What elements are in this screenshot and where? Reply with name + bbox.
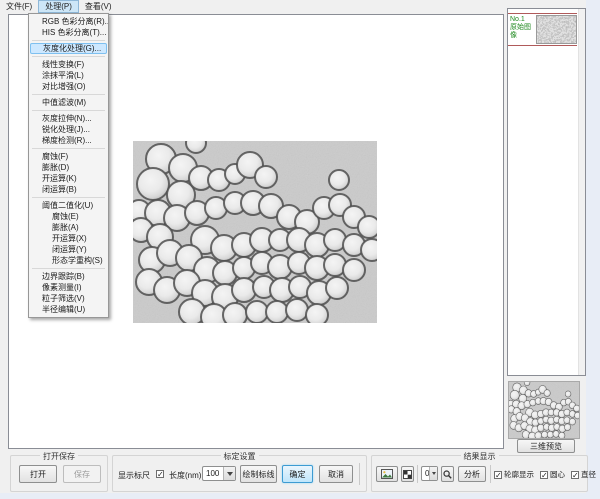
cancel-button[interactable]: 取消 [319, 465, 353, 483]
ok-button[interactable]: 确定 [282, 465, 313, 483]
menu-item[interactable]: HIS 色彩分离(T)... [29, 27, 108, 38]
menu-separator [32, 110, 105, 111]
menu-item[interactable]: 灰度拉伸(N)... [29, 113, 108, 124]
menu-item[interactable]: 像素测量(I) [29, 282, 108, 293]
menu-separator [32, 40, 105, 41]
level-value: 0 [422, 469, 429, 478]
calibration-group-title: 标定设置 [221, 451, 259, 462]
noise-thumbnail [536, 15, 577, 44]
preview-3d-button[interactable]: 三维预览 [517, 439, 575, 453]
checkbox-label: 直径 [581, 469, 596, 480]
dropdown-arrow-icon[interactable] [223, 467, 235, 480]
magnifier-icon [443, 470, 452, 479]
menu-item[interactable]: 形态学重构(S) [29, 255, 108, 266]
menu-bar: 文件(F) 处理(P) 查看(V) [0, 0, 586, 13]
menu-item[interactable]: 边界跟踪(B) [29, 271, 108, 282]
checkbox-box[interactable]: ✓ [494, 471, 502, 479]
menu-item[interactable]: 锐化处理(J)... [29, 124, 108, 135]
menu-item[interactable]: 梯度检测(R)... [29, 135, 108, 146]
menu-item[interactable]: 开运算(X) [29, 233, 108, 244]
menu-item[interactable]: 中值滤波(M) [29, 97, 108, 108]
menu-item[interactable]: 腐蚀(F) [29, 151, 108, 162]
picture-tool-button[interactable] [376, 466, 398, 482]
separator [417, 465, 418, 483]
image-list: No.1 原始图像 [507, 8, 586, 376]
dropdown-arrow-icon[interactable] [429, 467, 437, 480]
menu-item[interactable]: 灰度化处理(G)... [30, 43, 107, 54]
tem-image[interactable] [133, 141, 377, 323]
binary-grid-icon [403, 470, 412, 479]
menu-separator [32, 148, 105, 149]
menu-item[interactable]: 膨胀(D) [29, 162, 108, 173]
result-group-title: 结果显示 [461, 451, 499, 462]
binary-tool-button[interactable] [401, 466, 414, 482]
menu-view[interactable]: 查看(V) [79, 0, 118, 13]
display-option-checkbox[interactable]: ✓轮廓显示 [494, 469, 534, 480]
menu-item[interactable]: 闭运算(Y) [29, 244, 108, 255]
calibration-group: 标定设置 显示标尺 ✓ 长度(nm): 100 绘制标线 确定 取消 [112, 455, 367, 492]
length-combobox[interactable]: 100 [202, 466, 236, 481]
separator [490, 465, 491, 483]
checkbox-label: 圆心 [550, 469, 565, 480]
menu-item[interactable]: 对比增强(O) [29, 81, 108, 92]
draw-scale-button[interactable]: 绘制标线 [240, 465, 277, 483]
menu-item[interactable]: 半径编辑(U) [29, 304, 108, 315]
list-item-label: No.1 原始图像 [508, 14, 536, 40]
file-group-title: 打开保存 [40, 451, 78, 462]
separator [359, 463, 360, 485]
menu-item[interactable]: 阈值二值化(U) [29, 200, 108, 211]
checkbox-box[interactable]: ✓ [571, 471, 579, 479]
menu-separator [32, 197, 105, 198]
display-option-checkbox[interactable]: ✓直径 [571, 469, 596, 480]
menu-item[interactable]: 腐蚀(E) [29, 211, 108, 222]
picture-icon [381, 469, 393, 479]
processing-menu: RGB 色彩分离(R)...HIS 色彩分离(T)... 灰度化处理(G)... 线… [28, 13, 109, 318]
analyze-button[interactable]: 分析 [458, 466, 486, 482]
display-options: ✓轮廓显示✓圆心✓直径编号 [494, 469, 600, 480]
file-group: 打开保存 打开 保存 [10, 455, 108, 492]
menu-item[interactable]: 开运算(K) [29, 173, 108, 184]
menu-separator [32, 268, 105, 269]
list-scrollbar[interactable] [578, 9, 585, 375]
menu-item[interactable]: 涂抹平滑(L) [29, 70, 108, 81]
list-item-original-image[interactable]: No.1 原始图像 [508, 13, 577, 46]
menu-item[interactable]: RGB 色彩分离(R)... [29, 16, 108, 27]
length-value: 100 [203, 469, 223, 478]
menu-item[interactable]: 粒子筛选(V) [29, 293, 108, 304]
display-option-checkbox[interactable]: ✓圆心 [540, 469, 565, 480]
app-window: 文件(F) 处理(P) 查看(V) [0, 0, 586, 493]
menu-item[interactable]: 线性变换(F) [29, 59, 108, 70]
show-scale-checkbox[interactable]: ✓ [156, 470, 164, 478]
result-preview-thumbnail [508, 381, 580, 439]
menu-item[interactable]: 闭运算(B) [29, 184, 108, 195]
show-scale-label: 显示标尺 [118, 470, 150, 481]
length-label: 长度(nm): [169, 470, 204, 481]
checkbox-box[interactable]: ✓ [540, 471, 548, 479]
menu-item[interactable]: 膨胀(A) [29, 222, 108, 233]
menu-separator [32, 56, 105, 57]
checkbox-label: 轮廓显示 [504, 469, 534, 480]
menu-file[interactable]: 文件(F) [0, 0, 38, 13]
level-spinner[interactable]: 0 [421, 466, 438, 481]
magnifier-tool-button[interactable] [441, 466, 454, 482]
result-group: 结果显示 0 分析 ✓轮廓显 [371, 455, 588, 492]
menu-processing[interactable]: 处理(P) [38, 0, 79, 13]
save-button[interactable]: 保存 [63, 465, 101, 483]
menu-separator [32, 94, 105, 95]
open-button[interactable]: 打开 [19, 465, 57, 483]
